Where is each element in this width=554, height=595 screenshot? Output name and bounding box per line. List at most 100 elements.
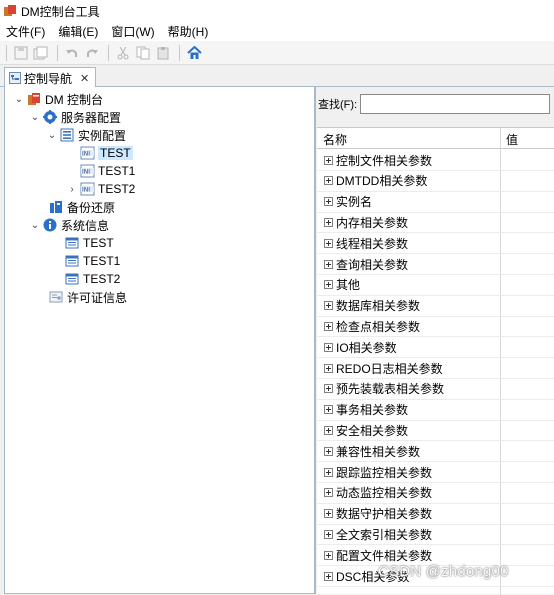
save-icon[interactable]: [12, 44, 30, 62]
expand-plus-icon[interactable]: [324, 405, 333, 415]
table-row[interactable]: 线程相关参数: [317, 233, 554, 255]
table-row[interactable]: 控制文件相关参数: [317, 150, 554, 171]
table-row[interactable]: REDO日志相关参数: [317, 358, 554, 379]
expand-plus-icon[interactable]: [324, 342, 333, 352]
tree-node-dm-console[interactable]: ⌄ DM 控制台: [13, 90, 103, 108]
tree-node-instance-test[interactable]: INI TEST: [66, 144, 133, 162]
table-row[interactable]: 内存相关参数: [317, 212, 554, 234]
table-row[interactable]: 数据守护相关参数: [317, 504, 554, 525]
expand-plus-icon[interactable]: [324, 550, 333, 560]
expand-plus-icon[interactable]: [324, 363, 333, 373]
close-icon[interactable]: ✕: [80, 72, 89, 85]
parameter-group-name: 检查点相关参数: [336, 319, 421, 334]
expand-plus-icon[interactable]: [324, 467, 333, 477]
chevron-right-icon[interactable]: ›: [66, 184, 78, 195]
expand-plus-icon[interactable]: [324, 176, 333, 186]
table-row[interactable]: 动态监控相关参数: [317, 483, 554, 504]
parameter-group-name: 兼容性相关参数: [336, 444, 421, 459]
info-icon: [43, 218, 57, 232]
expand-plus-icon[interactable]: [324, 259, 333, 269]
table-row[interactable]: DMTDD相关参数: [317, 171, 554, 192]
expand-plus-icon[interactable]: [324, 321, 333, 331]
tab-control-navigation[interactable]: 控制导航 ✕: [4, 67, 96, 88]
properties-pane: 查找(F): 名称 值 控制文件相关参数 DMTDD相关参数实例名 内存相关参数 线程…: [315, 87, 554, 595]
column-header-value[interactable]: 值: [506, 131, 518, 148]
column-header-name[interactable]: 名称: [323, 131, 347, 148]
expand-plus-icon[interactable]: [324, 425, 333, 435]
expand-plus-icon[interactable]: [324, 238, 333, 248]
tree-node-label: 备份还原: [67, 200, 116, 215]
table-row[interactable]: 兼容性相关参数: [317, 441, 554, 463]
expand-plus-icon[interactable]: [324, 529, 333, 539]
expand-plus-icon[interactable]: [324, 384, 333, 394]
chevron-down-icon[interactable]: ⌄: [13, 94, 25, 105]
expand-plus-icon[interactable]: [324, 571, 333, 581]
expand-plus-icon[interactable]: [324, 509, 333, 519]
paste-icon[interactable]: [154, 44, 172, 62]
tree-node-label: DM 控制台: [45, 92, 103, 107]
chevron-down-icon[interactable]: ⌄: [46, 130, 58, 141]
table-row[interactable]: 全文索引相关参数: [317, 524, 554, 546]
table-row[interactable]: 安全相关参数: [317, 420, 554, 442]
svg-text:INI: INI: [82, 169, 90, 176]
tree-node-server-config[interactable]: ⌄ 服务器配置: [29, 108, 121, 126]
menu-window[interactable]: 窗口(W): [111, 23, 154, 40]
tree-node-system-info[interactable]: ⌄ 系统信息: [29, 216, 109, 234]
parameter-group-name: 预先装载表相关参数: [336, 382, 445, 397]
redo-icon[interactable]: [83, 44, 101, 62]
parameter-group-name: DMTDD相关参数: [336, 174, 428, 189]
expand-plus-icon[interactable]: [324, 446, 333, 456]
expand-plus-icon[interactable]: [324, 217, 333, 227]
parameter-group-name: 其他: [336, 278, 361, 293]
table-row[interactable]: 跟踪监控相关参数: [317, 462, 554, 483]
menu-file[interactable]: 文件(F): [6, 23, 45, 40]
expand-plus-icon[interactable]: [324, 155, 333, 165]
search-label: 查找(F):: [318, 99, 358, 111]
home-icon[interactable]: [185, 44, 203, 62]
table-row[interactable]: 实例名: [317, 192, 554, 213]
save-all-icon[interactable]: [32, 44, 50, 62]
tree-node-backup-restore[interactable]: 备份还原: [35, 198, 115, 216]
expand-plus-icon[interactable]: [324, 301, 333, 311]
menu-help[interactable]: 帮助(H): [168, 23, 209, 40]
menu-edit[interactable]: 编辑(E): [58, 23, 98, 40]
copy-icon[interactable]: [134, 44, 152, 62]
parameter-group-name: 数据守护相关参数: [336, 507, 433, 522]
undo-icon[interactable]: [63, 44, 81, 62]
cut-icon[interactable]: [114, 44, 132, 62]
table-row[interactable]: 查询相关参数: [317, 254, 554, 275]
table-row[interactable]: 事务相关参数: [317, 400, 554, 421]
tree-node-instance-config[interactable]: ⌄ 实例配置: [46, 126, 126, 144]
chevron-down-icon[interactable]: ⌄: [29, 112, 41, 123]
expand-plus-icon[interactable]: [324, 488, 333, 498]
tree-node-instance-test1[interactable]: INI TEST1: [66, 162, 135, 180]
tree-node-sysinfo-test2[interactable]: TEST2: [51, 270, 120, 288]
tree-node-sysinfo-test1[interactable]: TEST1: [51, 252, 120, 270]
search-input[interactable]: [360, 94, 551, 114]
search-bar: 查找(F):: [318, 94, 551, 114]
table-row[interactable]: 其他: [317, 275, 554, 296]
watermark: CSDN @zhdong00: [378, 563, 509, 580]
table-row[interactable]: 预先装载表相关参数: [317, 379, 554, 400]
table-row[interactable]: IO相关参数: [317, 337, 554, 359]
tree-node-sysinfo-test[interactable]: TEST: [51, 234, 114, 252]
expand-plus-icon[interactable]: [324, 197, 333, 207]
expand-plus-icon[interactable]: [324, 280, 333, 290]
chevron-down-icon[interactable]: ⌄: [29, 220, 41, 231]
tree-node-license-info[interactable]: 许可证信息: [35, 288, 127, 306]
tree-node-label: TEST1: [98, 164, 136, 178]
tree-node-label: TEST: [83, 236, 114, 250]
window-title: DM控制台工具: [21, 4, 100, 19]
window-icon: [65, 272, 79, 286]
toolbar: [0, 41, 554, 65]
tree-node-instance-test2[interactable]: › INI TEST2: [66, 180, 135, 198]
table-row[interactable]: 数据库相关参数: [317, 296, 554, 317]
window-icon: [65, 254, 79, 268]
tree-node-label: 服务器配置: [61, 110, 122, 125]
parameter-group-name: 跟踪监控相关参数: [336, 465, 433, 480]
ini-file-icon: INI: [80, 146, 95, 160]
tree-node-label: TEST: [98, 146, 133, 160]
parameter-group-name: 数据库相关参数: [336, 299, 421, 314]
navigation-tree-pane: ⌄ DM 控制台 ⌄ 服务器配置 ⌄ 实例配置 INI TEST INI TES…: [4, 87, 315, 594]
table-row[interactable]: 检查点相关参数: [317, 316, 554, 338]
